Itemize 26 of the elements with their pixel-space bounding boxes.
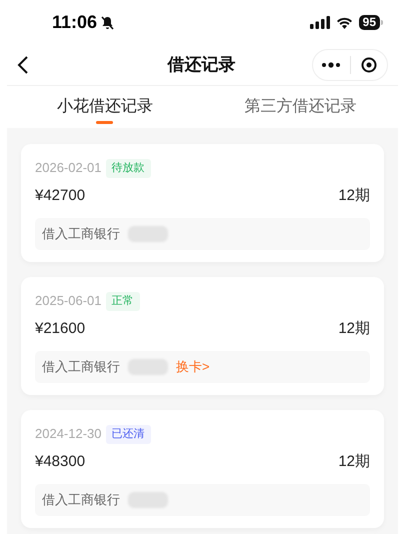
record-date: 2026-02-01	[35, 159, 102, 178]
wifi-icon	[336, 16, 353, 29]
status-tag: 待放款	[106, 158, 150, 178]
loan-amount: ¥48300	[35, 452, 86, 472]
record-date: 2024-12-30	[35, 425, 102, 444]
back-icon	[17, 55, 29, 75]
more-icon	[322, 62, 340, 68]
tab[interactable]: 小花借还记录	[7, 86, 202, 128]
status-tag: 正常	[106, 292, 140, 310]
loan-amount: ¥42700	[35, 186, 86, 206]
loan-term: 12期	[338, 186, 370, 206]
loan-term: 12期	[338, 452, 370, 472]
bank-label: 借入工商银行	[42, 358, 120, 376]
signal-icon	[310, 16, 330, 29]
loan-term: 12期	[338, 319, 370, 339]
record-date: 2025-06-01	[35, 292, 102, 310]
page-title: 借还记录	[168, 54, 236, 76]
tab[interactable]: 第三方借还记录	[202, 86, 398, 128]
status-time: 11:06	[52, 11, 98, 34]
loan-amount: ¥21600	[35, 319, 86, 339]
bank-label: 借入工商银行	[42, 490, 120, 509]
muted-bell-icon	[101, 16, 114, 30]
battery-level: 95	[358, 15, 380, 30]
bank-label: 借入工商银行	[42, 224, 120, 243]
status-tag: 已还清	[106, 424, 150, 444]
target-icon	[360, 57, 377, 73]
